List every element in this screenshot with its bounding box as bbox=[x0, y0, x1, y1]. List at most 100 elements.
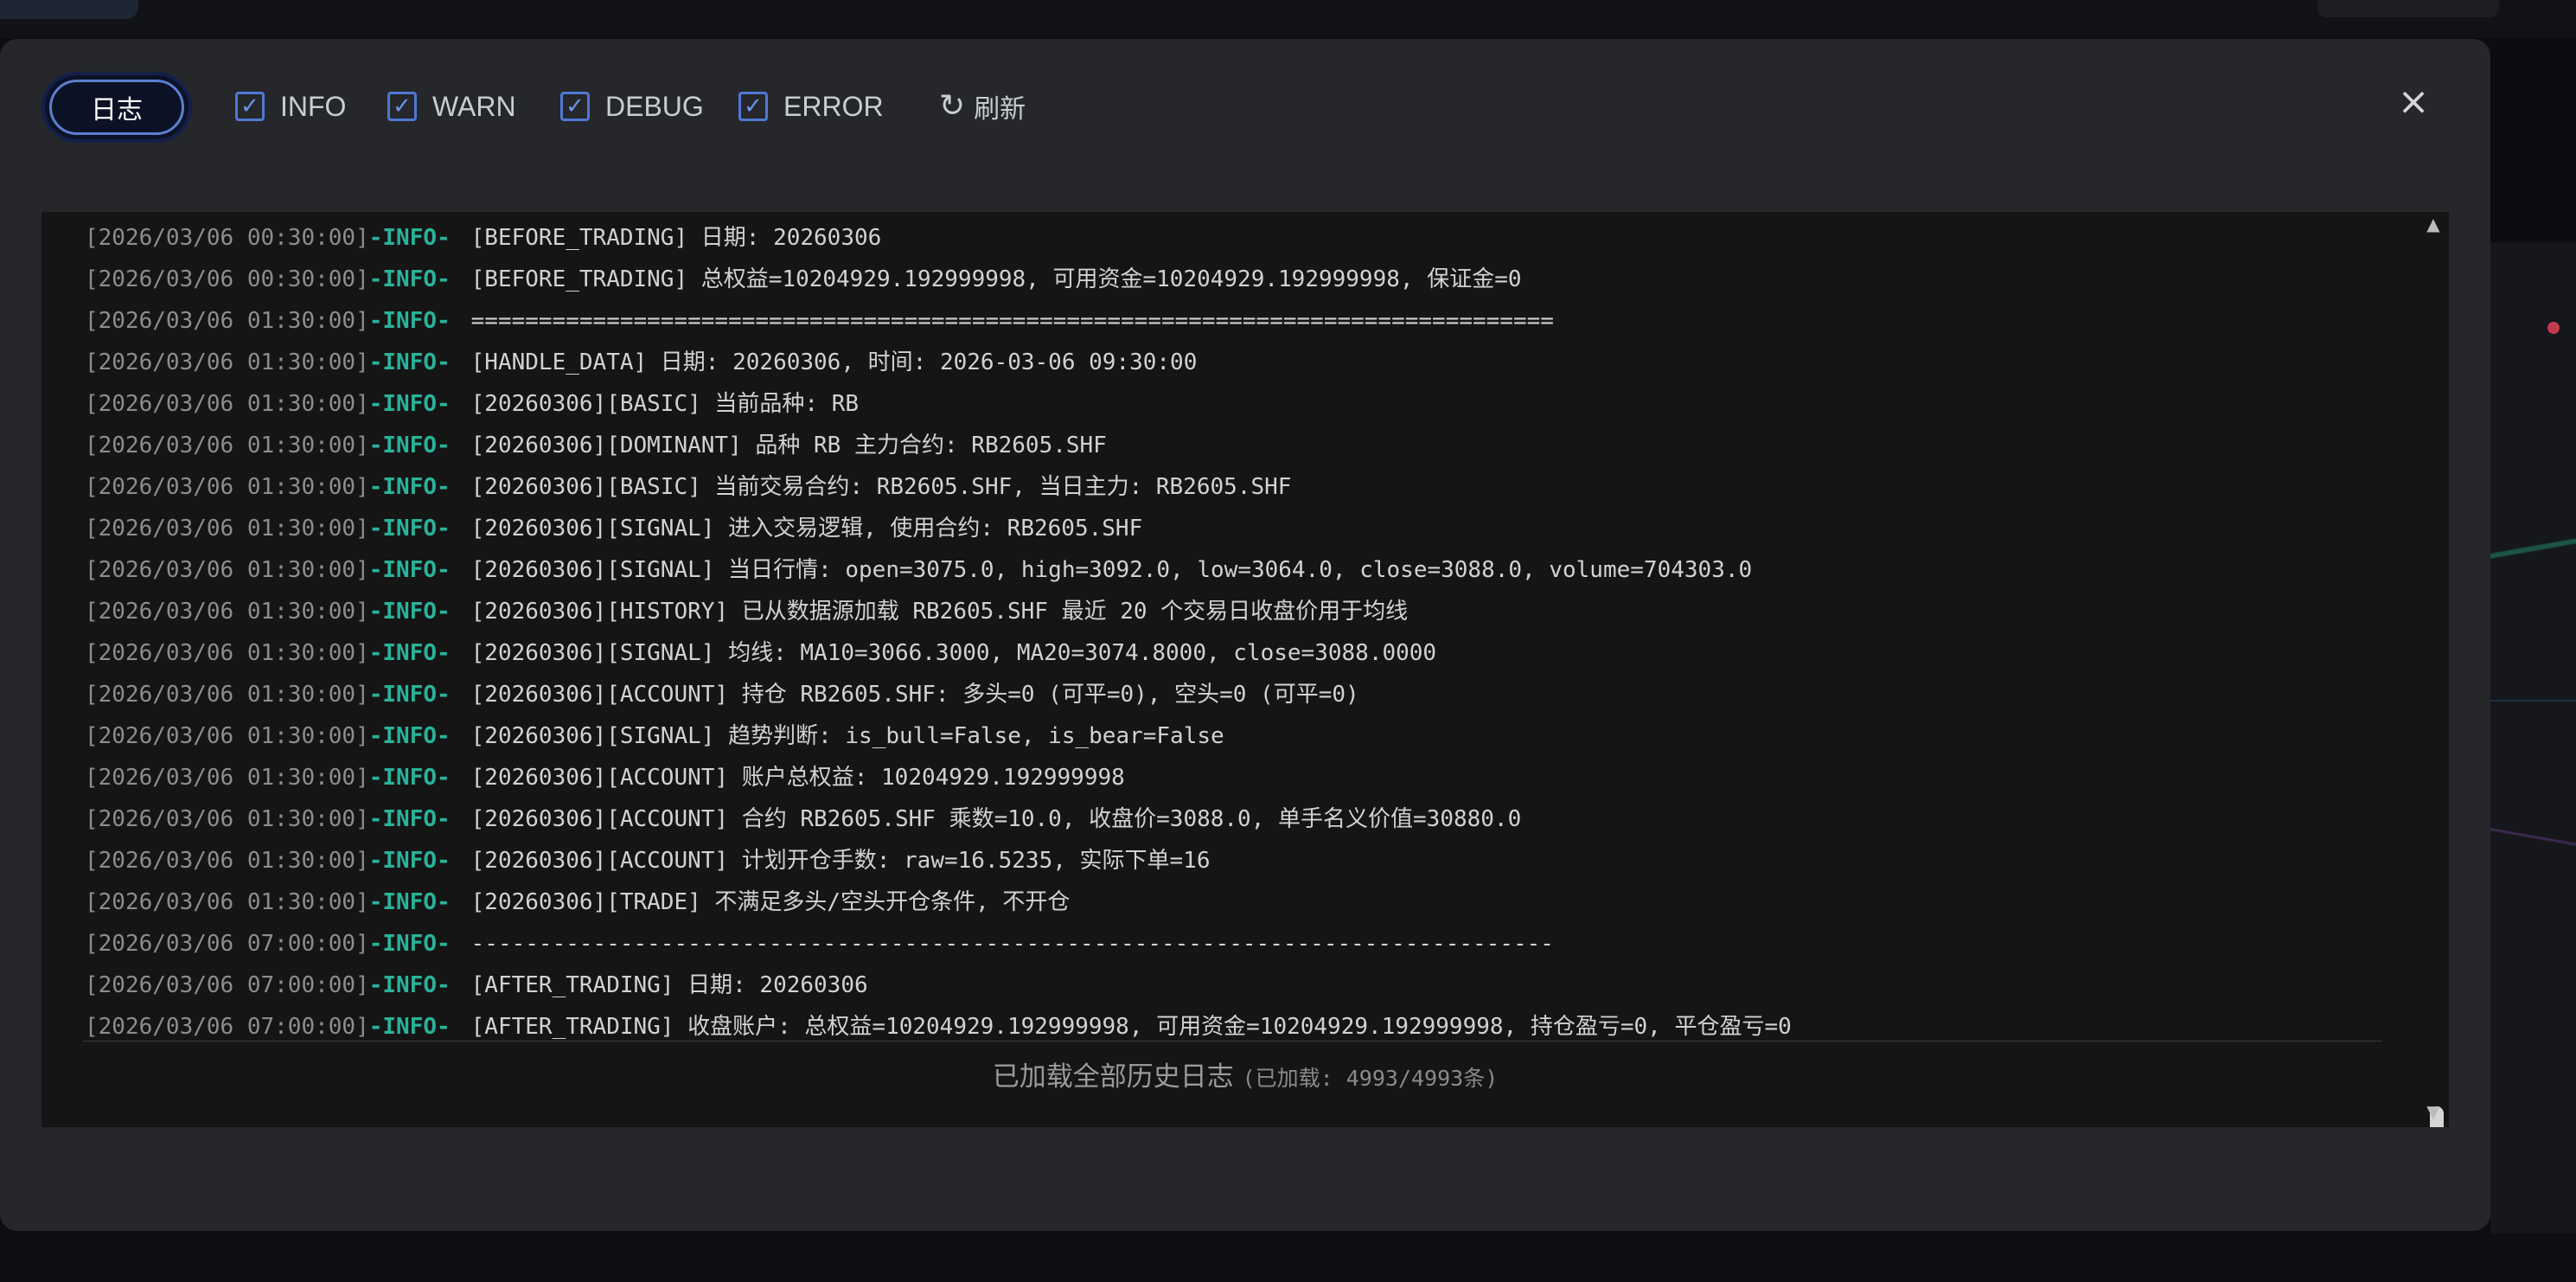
log-line: [2026/03/06 01:30:00]-INFO- [20260306][AC… bbox=[85, 757, 2388, 798]
log-level: -INFO- bbox=[368, 516, 451, 542]
log-level: -INFO- bbox=[368, 640, 451, 666]
log-level: -INFO- bbox=[368, 806, 451, 832]
background-line bbox=[2490, 804, 2576, 874]
log-message: [20260306][ACCOUNT] 合约 RB2605.SHF 乘数=10.… bbox=[470, 806, 1522, 832]
log-message: ----------------------------------------… bbox=[470, 931, 1554, 957]
log-message: [20260306][DOMINANT] 品种 RB 主力合约: RB2605.… bbox=[470, 433, 1107, 458]
background-control bbox=[2317, 0, 2499, 17]
log-line: [2026/03/06 01:30:00]-INFO- [20260306][AC… bbox=[85, 674, 2388, 715]
filter-debug-label: DEBUG bbox=[605, 90, 704, 122]
log-line: [2026/03/06 00:30:00]-INFO- [BEFORE_TRADI… bbox=[85, 217, 2388, 259]
tab-log[interactable]: 日志 bbox=[42, 72, 192, 143]
log-line: [2026/03/06 01:30:00]-INFO- [20260306][BA… bbox=[85, 383, 2388, 425]
filter-debug[interactable]: ✓ DEBUG bbox=[560, 87, 704, 125]
log-timestamp: [2026/03/06 01:30:00] bbox=[85, 308, 369, 334]
log-level: -INFO- bbox=[368, 972, 451, 998]
log-line: [2026/03/06 07:00:00]-INFO- -------------… bbox=[85, 923, 2388, 965]
log-line: [2026/03/06 01:30:00]-INFO- [20260306][SI… bbox=[85, 549, 2388, 591]
log-level: -INFO- bbox=[368, 599, 451, 625]
log-line: [2026/03/06 01:30:00]-INFO- [20260306][BA… bbox=[85, 466, 2388, 508]
log-line: [2026/03/06 01:30:00]-INFO- [20260306][HI… bbox=[85, 591, 2388, 632]
log-timestamp: [2026/03/06 01:30:00] bbox=[85, 474, 369, 500]
log-timestamp: [2026/03/06 01:30:00] bbox=[85, 516, 369, 542]
log-level: -INFO- bbox=[368, 225, 451, 251]
log-line: [2026/03/06 01:30:00]-INFO- [20260306][TR… bbox=[85, 881, 2388, 923]
log-message: [20260306][SIGNAL] 当日行情: open=3075.0, hi… bbox=[470, 557, 1753, 583]
background-chart bbox=[2490, 242, 2576, 1237]
log-timestamp: [2026/03/06 01:30:00] bbox=[85, 765, 369, 791]
log-level: -INFO- bbox=[368, 474, 451, 500]
log-message: [20260306][SIGNAL] 趋势判断: is_bull=False, … bbox=[470, 723, 1224, 749]
filter-error-label: ERROR bbox=[783, 90, 884, 122]
log-level: -INFO- bbox=[368, 682, 451, 708]
log-message: [20260306][ACCOUNT] 持仓 RB2605.SHF: 多头=0 … bbox=[470, 682, 1359, 708]
log-timestamp: [2026/03/06 01:30:00] bbox=[85, 806, 369, 832]
log-level: -INFO- bbox=[368, 889, 451, 915]
log-line: [2026/03/06 01:30:00]-INFO- [20260306][SI… bbox=[85, 508, 2388, 549]
background-line bbox=[2490, 476, 2576, 631]
log-timestamp: [2026/03/06 07:00:00] bbox=[85, 1014, 369, 1040]
log-level: -INFO- bbox=[368, 931, 451, 957]
log-level: -INFO- bbox=[368, 349, 451, 375]
checkbox-checked-icon[interactable]: ✓ bbox=[387, 92, 417, 121]
log-console[interactable]: [2026/03/06 00:30:00]-INFO- [BEFORE_TRADI… bbox=[42, 212, 2449, 1127]
checkbox-checked-icon[interactable]: ✓ bbox=[235, 92, 265, 121]
log-level: -INFO- bbox=[368, 723, 451, 749]
log-message: [20260306][ACCOUNT] 计划开仓手数: raw=16.5235,… bbox=[470, 848, 1211, 874]
log-line: [2026/03/06 01:30:00]-INFO- [HANDLE_DATA]… bbox=[85, 342, 2388, 383]
checkbox-checked-icon[interactable]: ✓ bbox=[560, 92, 590, 121]
filter-error[interactable]: ✓ ERROR bbox=[738, 87, 884, 125]
footer-divider bbox=[83, 1041, 2381, 1042]
log-message: [AFTER_TRADING] 收盘账户: 总权益=10204929.19299… bbox=[470, 1014, 1792, 1040]
log-level: -INFO- bbox=[368, 266, 451, 292]
log-line: [2026/03/06 01:30:00]-INFO- [20260306][AC… bbox=[85, 798, 2388, 840]
log-line: [2026/03/06 01:30:00]-INFO- [20260306][SI… bbox=[85, 632, 2388, 674]
tab-log-label: 日志 bbox=[49, 80, 184, 135]
log-message: [20260306][BASIC] 当前品种: RB bbox=[470, 391, 860, 417]
background-line bbox=[2490, 675, 2576, 727]
log-message: [20260306][SIGNAL] 均线: MA10=3066.3000, M… bbox=[470, 640, 1437, 666]
log-message: [20260306][ACCOUNT] 账户总权益: 10204929.1929… bbox=[470, 765, 1125, 791]
background-tab bbox=[0, 0, 138, 19]
log-level: -INFO- bbox=[368, 1014, 451, 1040]
log-line: [2026/03/06 01:30:00]-INFO- [20260306][SI… bbox=[85, 715, 2388, 757]
log-line: [2026/03/06 01:30:00]-INFO- [20260306][AC… bbox=[85, 840, 2388, 881]
close-icon: × bbox=[2397, 80, 2430, 124]
log-line: [2026/03/06 00:30:00]-INFO- [BEFORE_TRADI… bbox=[85, 259, 2388, 300]
log-timestamp: [2026/03/06 01:30:00] bbox=[85, 682, 369, 708]
refresh-button[interactable]: ↻ 刷新 bbox=[939, 87, 1026, 125]
log-timestamp: [2026/03/06 01:30:00] bbox=[85, 349, 369, 375]
background-marker bbox=[2547, 322, 2560, 334]
log-timestamp: [2026/03/06 01:30:00] bbox=[85, 391, 369, 417]
log-level: -INFO- bbox=[368, 433, 451, 458]
log-level: -INFO- bbox=[368, 391, 451, 417]
refresh-icon: ↻ bbox=[939, 88, 966, 124]
log-message: [AFTER_TRADING] 日期: 20260306 bbox=[470, 972, 868, 998]
log-message: [HANDLE_DATA] 日期: 20260306, 时间: 2026-03-… bbox=[470, 349, 1198, 375]
log-message: ========================================… bbox=[470, 308, 1554, 334]
log-timestamp: [2026/03/06 01:30:00] bbox=[85, 848, 369, 874]
log-lines: [2026/03/06 00:30:00]-INFO- [BEFORE_TRADI… bbox=[85, 217, 2388, 1048]
background-app-header bbox=[0, 0, 2576, 38]
filter-warn[interactable]: ✓ WARN bbox=[387, 87, 516, 125]
log-footer-count: (已加载: 4993/4993条) bbox=[1242, 1066, 1499, 1091]
log-footer: 已加载全部历史日志 (已加载: 4993/4993条) bbox=[42, 1054, 2449, 1093]
scroll-down-icon[interactable]: ▼ bbox=[2421, 1101, 2445, 1125]
log-timestamp: [2026/03/06 01:30:00] bbox=[85, 723, 369, 749]
log-level: -INFO- bbox=[368, 848, 451, 874]
filter-info[interactable]: ✓ INFO bbox=[235, 87, 346, 125]
log-timestamp: [2026/03/06 01:30:00] bbox=[85, 599, 369, 625]
log-level: -INFO- bbox=[368, 765, 451, 791]
log-timestamp: [2026/03/06 01:30:00] bbox=[85, 557, 369, 583]
log-timestamp: [2026/03/06 01:30:00] bbox=[85, 433, 369, 458]
log-timestamp: [2026/03/06 07:00:00] bbox=[85, 931, 369, 957]
close-button[interactable]: × bbox=[2395, 83, 2432, 121]
log-message: [20260306][TRADE] 不满足多头/空头开仓条件, 不开仓 bbox=[470, 889, 1071, 915]
log-message: [20260306][SIGNAL] 进入交易逻辑, 使用合约: RB2605.… bbox=[470, 516, 1143, 542]
scroll-up-icon[interactable]: ▲ bbox=[2421, 214, 2445, 238]
log-timestamp: [2026/03/06 00:30:00] bbox=[85, 266, 369, 292]
filter-warn-label: WARN bbox=[432, 90, 516, 122]
log-dialog: 日志 ✓ INFO ✓ WARN ✓ DEBUG ✓ ERROR ↻ 刷新 × … bbox=[0, 39, 2490, 1231]
checkbox-checked-icon[interactable]: ✓ bbox=[738, 92, 768, 121]
filter-info-label: INFO bbox=[280, 90, 347, 122]
